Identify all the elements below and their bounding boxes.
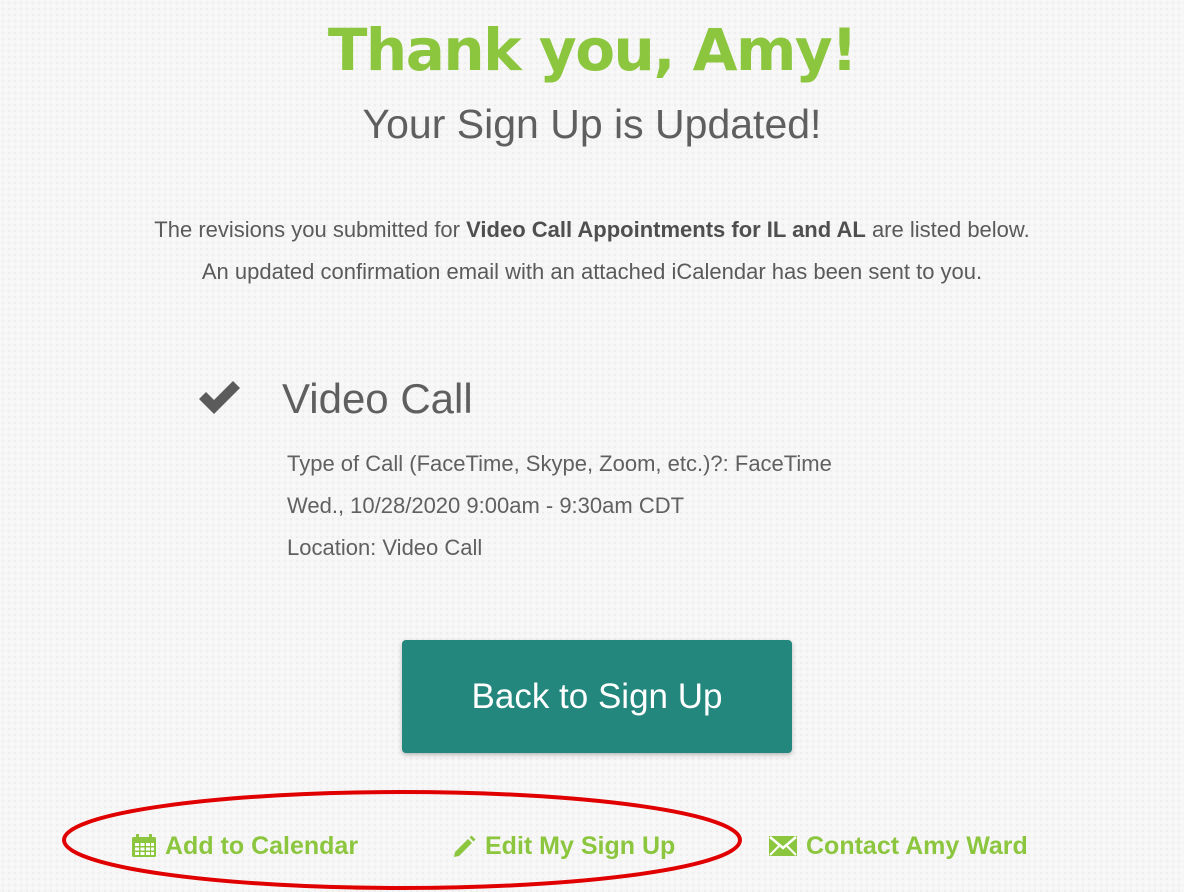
confirmation-message: The revisions you submitted for Video Ca… [0, 209, 1184, 293]
message-line-2: An updated confirmation email with an at… [201, 259, 983, 284]
back-to-sign-up-button[interactable]: Back to Sign Up [402, 640, 792, 753]
add-to-calendar-label: Add to Calendar [165, 831, 359, 860]
checkmark-icon [199, 381, 240, 414]
message-suffix: are listed below. [871, 217, 1030, 242]
calendar-icon [132, 834, 156, 857]
contact-organizer-link[interactable]: Contact Amy Ward [768, 826, 1028, 866]
page-subtitle: Your Sign Up is Updated! [362, 101, 822, 147]
slot-location: Location: Video Call [287, 535, 483, 560]
slot-title: Video Call [282, 375, 473, 422]
envelope-icon [769, 836, 797, 856]
slot-details: Type of Call (FaceTime, Skype, Zoom, etc… [287, 443, 832, 569]
edit-my-sign-up-label: Edit My Sign Up [485, 831, 676, 860]
message-line-1: The revisions you submitted for Video Ca… [0, 209, 1184, 251]
pencil-icon [454, 835, 476, 857]
slot-call-type: Type of Call (FaceTime, Skype, Zoom, etc… [287, 451, 832, 476]
edit-my-sign-up-link[interactable]: Edit My Sign Up [451, 826, 675, 866]
contact-organizer-label: Contact Amy Ward [806, 831, 1028, 860]
slot-datetime: Wed., 10/28/2020 9:00am - 9:30am CDT [287, 493, 685, 518]
signup-name: Video Call Appointments for IL and AL [466, 217, 866, 242]
add-to-calendar-link[interactable]: Add to Calendar [131, 826, 358, 866]
page-title: Thank you, Amy! [327, 16, 858, 84]
message-prefix: The revisions you submitted for [154, 217, 460, 242]
